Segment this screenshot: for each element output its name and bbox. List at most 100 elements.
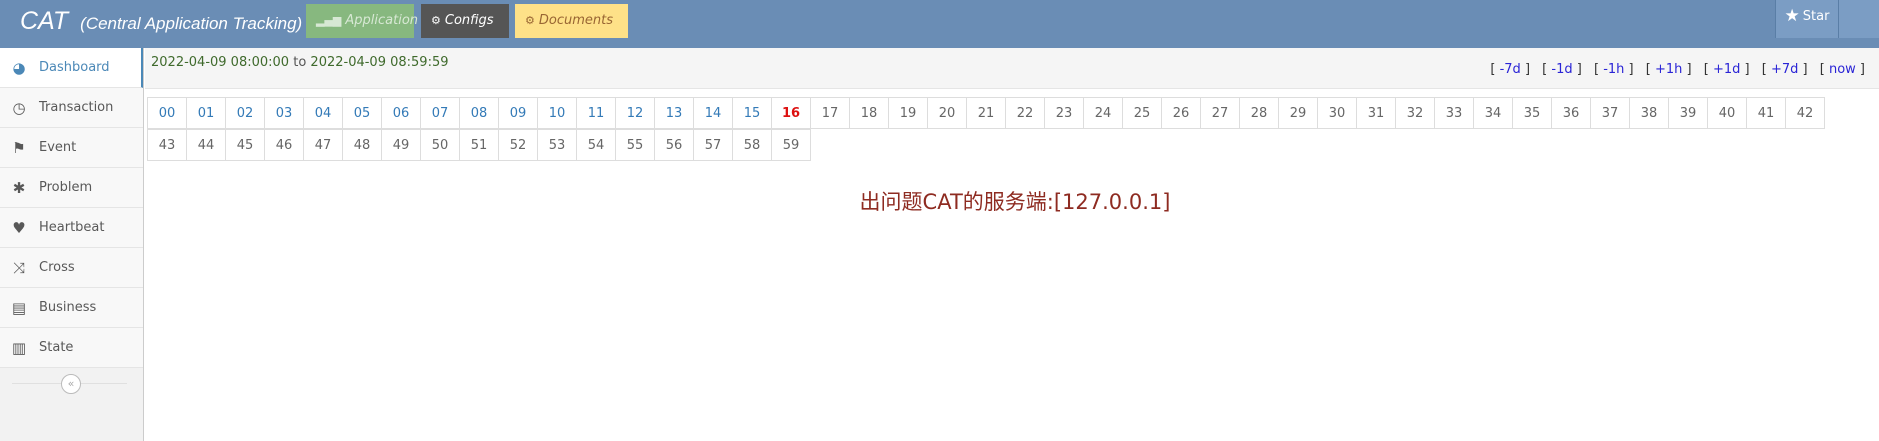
minute-cell-29[interactable]: 29 xyxy=(1278,97,1318,129)
minute-cell-09[interactable]: 09 xyxy=(498,97,538,129)
minute-cell-31[interactable]: 31 xyxy=(1356,97,1396,129)
minute-row: 00 01 02 03 04 05 06 07 08 09 10 11 12 13 14 15 16 17 18 19… xyxy=(147,97,1825,130)
clock-icon: ◷ xyxy=(12,99,26,117)
minute-cell-12[interactable]: 12 xyxy=(615,97,655,129)
cogs-icon: ⚙ xyxy=(525,14,535,27)
minute-cell-32[interactable]: 32 xyxy=(1395,97,1435,129)
nav-now[interactable]: now xyxy=(1829,62,1856,77)
minute-cell-01[interactable]: 01 xyxy=(186,97,226,129)
minute-cell-08[interactable]: 08 xyxy=(459,97,499,129)
nav-minus-7d[interactable]: -7d xyxy=(1500,62,1521,77)
nav-plus-1h[interactable]: +1h xyxy=(1655,62,1682,77)
minute-cell-10[interactable]: 10 xyxy=(537,97,577,129)
minute-cell-17[interactable]: 17 xyxy=(810,97,850,129)
range-separator: to xyxy=(293,55,307,70)
minute-cell-43[interactable]: 43 xyxy=(147,129,187,161)
sidebar-item-business[interactable]: ▤ Business xyxy=(0,288,143,328)
sidebar-item-label: Event xyxy=(39,140,77,155)
star-button[interactable]: ★ Star xyxy=(1775,0,1839,38)
nav-minus-1d[interactable]: -1d xyxy=(1551,62,1572,77)
minute-cell-49[interactable]: 49 xyxy=(381,129,421,161)
minute-cell-24[interactable]: 24 xyxy=(1083,97,1123,129)
application-button[interactable]: ▂▄▆ Application xyxy=(306,4,418,38)
minute-cell-26[interactable]: 26 xyxy=(1161,97,1201,129)
minute-cell-06[interactable]: 06 xyxy=(381,97,421,129)
documents-button[interactable]: ⚙ Documents xyxy=(515,4,628,38)
minute-cell-33[interactable]: 33 xyxy=(1434,97,1474,129)
minute-cell-11[interactable]: 11 xyxy=(576,97,616,129)
minute-cell-18[interactable]: 18 xyxy=(849,97,889,129)
brand-title[interactable]: CAT xyxy=(20,7,68,35)
minute-cell-16[interactable]: 16 xyxy=(771,97,811,129)
minute-cell-44[interactable]: 44 xyxy=(186,129,226,161)
minute-cell-03[interactable]: 03 xyxy=(264,97,304,129)
minute-cell-45[interactable]: 45 xyxy=(225,129,265,161)
minute-cell-52[interactable]: 52 xyxy=(498,129,538,161)
minute-cell-28[interactable]: 28 xyxy=(1239,97,1279,129)
time-range-bar: 2022-04-09 08:00:00 to 2022-04-09 08:59:… xyxy=(145,48,1879,89)
sidebar-item-label: Dashboard xyxy=(39,60,110,75)
minute-cell-47[interactable]: 47 xyxy=(303,129,343,161)
sidebar: ◕ Dashboard ◷ Transaction ⚑ Event ✱ Prob… xyxy=(0,48,144,441)
sidebar-item-dashboard[interactable]: ◕ Dashboard xyxy=(0,48,143,88)
minute-cell-04[interactable]: 04 xyxy=(303,97,343,129)
minute-cell-13[interactable]: 13 xyxy=(654,97,694,129)
minute-cell-07[interactable]: 07 xyxy=(420,97,460,129)
double-angle-left-icon[interactable]: « xyxy=(61,374,81,394)
sidebar-item-cross[interactable]: ⤨ Cross xyxy=(0,248,143,288)
sidebar-item-state[interactable]: ▥ State xyxy=(0,328,143,368)
minute-cell-37[interactable]: 37 xyxy=(1590,97,1630,129)
brand[interactable]: CAT (Central Application Tracking) xyxy=(20,0,302,42)
minute-cell-22[interactable]: 22 xyxy=(1005,97,1045,129)
minute-cell-30[interactable]: 30 xyxy=(1317,97,1357,129)
sidebar-item-event[interactable]: ⚑ Event xyxy=(0,128,143,168)
minute-cell-20[interactable]: 20 xyxy=(927,97,967,129)
application-button-label: Application xyxy=(345,13,419,28)
minute-cell-23[interactable]: 23 xyxy=(1044,97,1084,129)
minute-cell-38[interactable]: 38 xyxy=(1629,97,1669,129)
nav-plus-7d[interactable]: +7d xyxy=(1771,62,1798,77)
minute-cell-51[interactable]: 51 xyxy=(459,129,499,161)
minute-cell-55[interactable]: 55 xyxy=(615,129,655,161)
minute-cell-05[interactable]: 05 xyxy=(342,97,382,129)
minute-cell-15[interactable]: 15 xyxy=(732,97,772,129)
minute-cell-21[interactable]: 21 xyxy=(966,97,1006,129)
minute-cell-27[interactable]: 27 xyxy=(1200,97,1240,129)
sidebar-item-heartbeat[interactable]: ♥ Heartbeat xyxy=(0,208,143,248)
nav-plus-1d[interactable]: +1d xyxy=(1713,62,1740,77)
minute-cell-25[interactable]: 25 xyxy=(1122,97,1162,129)
minute-cell-41[interactable]: 41 xyxy=(1746,97,1786,129)
minute-cell-53[interactable]: 53 xyxy=(537,129,577,161)
minute-cell-02[interactable]: 02 xyxy=(225,97,265,129)
sidebar-item-label: Heartbeat xyxy=(39,220,105,235)
minute-cell-14[interactable]: 14 xyxy=(693,97,733,129)
heart-icon: ♥ xyxy=(12,219,26,237)
minute-cell-48[interactable]: 48 xyxy=(342,129,382,161)
minute-cell-50[interactable]: 50 xyxy=(420,129,460,161)
minute-cell-00[interactable]: 00 xyxy=(147,97,187,129)
minute-cell-56[interactable]: 56 xyxy=(654,129,694,161)
minute-cell-42[interactable]: 42 xyxy=(1785,97,1825,129)
sidebar-item-problem[interactable]: ✱ Problem xyxy=(0,168,143,208)
minute-cell-19[interactable]: 19 xyxy=(888,97,928,129)
nav-minus-1h[interactable]: -1h xyxy=(1603,62,1624,77)
minute-cell-58[interactable]: 58 xyxy=(732,129,772,161)
minute-cell-36[interactable]: 36 xyxy=(1551,97,1591,129)
minute-cell-46[interactable]: 46 xyxy=(264,129,304,161)
error-message: 出问题CAT的服务端:[127.0.0.1] xyxy=(859,190,1171,214)
configs-button[interactable]: ⚙ Configs xyxy=(421,4,509,38)
minute-cell-34[interactable]: 34 xyxy=(1473,97,1513,129)
date-range: 2022-04-09 08:00:00 to 2022-04-09 08:59:… xyxy=(151,55,449,70)
flag-icon: ⚑ xyxy=(12,139,26,157)
minute-cell-57[interactable]: 57 xyxy=(693,129,733,161)
minute-row: 43 44 45 46 47 48 49 50 51 52 53 54 55 56 57 58 59 xyxy=(147,129,1825,162)
sidebar-item-transaction[interactable]: ◷ Transaction xyxy=(0,88,143,128)
minute-cell-40[interactable]: 40 xyxy=(1707,97,1747,129)
minute-cell-39[interactable]: 39 xyxy=(1668,97,1708,129)
random-icon: ⤨ xyxy=(12,259,25,277)
brand-subtitle: (Central Application Tracking) xyxy=(80,14,303,33)
minute-cell-59[interactable]: 59 xyxy=(771,129,811,161)
minute-cell-54[interactable]: 54 xyxy=(576,129,616,161)
top-navbar: CAT (Central Application Tracking) ▂▄▆ App… xyxy=(0,0,1879,48)
minute-cell-35[interactable]: 35 xyxy=(1512,97,1552,129)
